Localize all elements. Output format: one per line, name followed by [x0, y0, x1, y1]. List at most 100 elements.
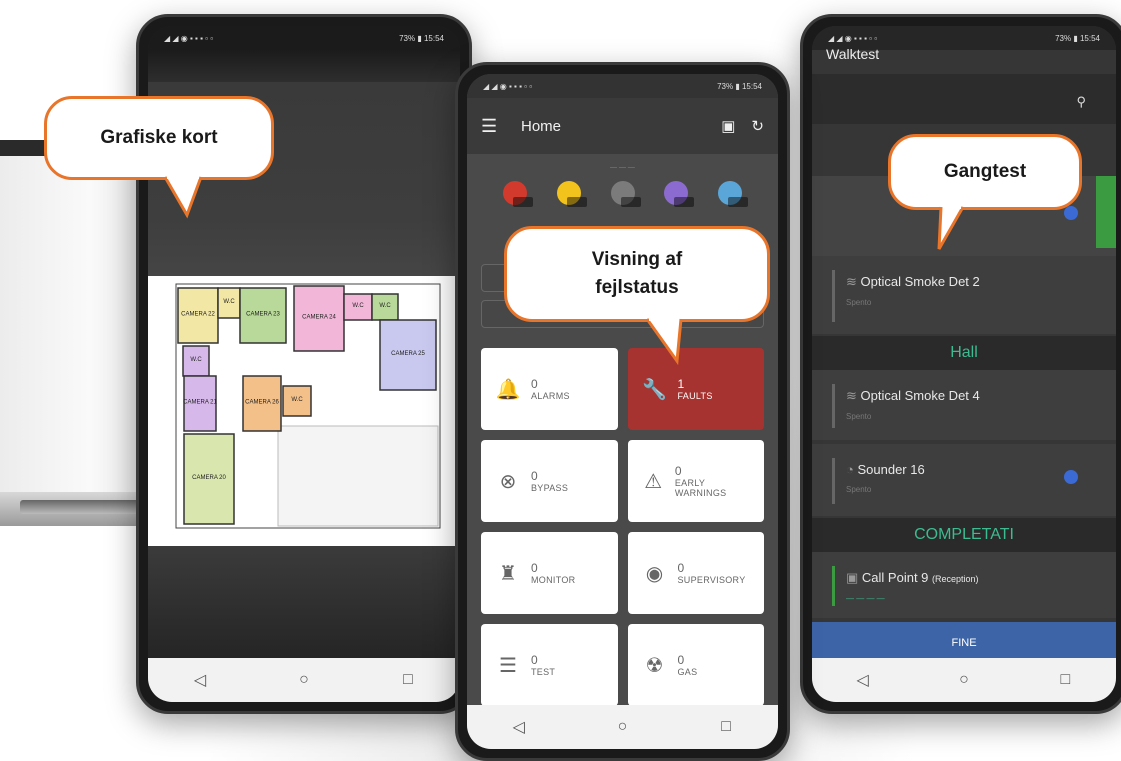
status-tile[interactable]: ⊗ 0 BYPASS	[481, 440, 618, 522]
tile-text: 0 BYPASS	[531, 469, 568, 493]
smoke-detector-icon: ≋	[846, 274, 857, 289]
summary-dot-badge	[674, 197, 695, 207]
device-row[interactable]: ≋ Optical Smoke Det 2 Spento	[812, 256, 1116, 334]
tile-count: 0	[531, 377, 538, 391]
callout-right: Gangtest	[888, 134, 1082, 250]
floorplan-map[interactable]: CAMERA 22 W.C CAMERA 23 CAMERA 24 W.C W.C CAME…	[148, 276, 460, 546]
status-right: 73% ▮ 15:54	[399, 33, 444, 43]
summary-dot-icon[interactable]	[610, 181, 641, 207]
hamburger-menu-icon[interactable]: ☰	[481, 116, 521, 137]
row-indicator	[832, 566, 835, 606]
row-indicator	[832, 458, 835, 504]
tile-text: 0 EARLY WARNINGS	[675, 464, 752, 498]
device-status: Spento	[846, 298, 872, 307]
sounder-icon: ◔	[846, 462, 854, 477]
summary-dots	[481, 171, 764, 207]
back-nav-icon[interactable]: ◁	[185, 670, 215, 690]
status-bar: ◢ ◢ ◉ ▪ ▪ ▪ ▫ ▫ 73% ▮ 15:54	[148, 26, 460, 50]
home-nav-icon[interactable]: ○	[949, 671, 979, 689]
tile-label: ALARMS	[531, 391, 570, 401]
tile-label: MONITOR	[531, 575, 576, 585]
device-timestamp: — — — —	[846, 594, 885, 603]
back-nav-icon[interactable]: ◁	[504, 717, 534, 737]
device-row[interactable]: ◔ Sounder 16 Spento	[812, 444, 1116, 516]
callout-center-tail	[645, 315, 683, 366]
location-pin-icon[interactable]: ⚲	[1076, 94, 1086, 110]
callout-left-tail	[163, 173, 203, 219]
home-nav-icon[interactable]: ○	[607, 718, 637, 736]
floorplan-room-label: CAMERA 22	[181, 312, 215, 318]
laptop-screen-edge	[0, 140, 150, 520]
laptop-hinge	[20, 500, 140, 514]
tile-label: GAS	[677, 667, 698, 677]
recents-nav-icon[interactable]: □	[1050, 671, 1080, 689]
status-tile[interactable]: ◉ 0 SUPERVISORY	[627, 532, 764, 614]
floorplan-room-label: W.C	[352, 303, 364, 309]
back-nav-icon[interactable]: ◁	[848, 670, 878, 690]
tile-text: 1 FAULTS	[678, 377, 713, 401]
callout-right-text: Gangtest	[943, 161, 1027, 182]
recents-nav-icon[interactable]: □	[393, 671, 423, 689]
floorplan-room-label: W.C	[291, 397, 303, 403]
page-title: Home	[521, 117, 562, 135]
tile-text: 0 GAS	[678, 653, 698, 677]
summary-dot-icon[interactable]	[503, 181, 533, 207]
floorplan-room-label: CAMERA 26	[245, 400, 279, 406]
device-location: (Reception)	[932, 574, 979, 584]
device-name: Optical Smoke Det 4	[860, 388, 980, 403]
tile-count: 0	[677, 653, 685, 667]
tile-count: 0	[674, 464, 682, 478]
callout-right-tail	[937, 203, 965, 250]
test-icon: ☰	[499, 654, 517, 677]
floorplan-room-label: CAMERA 24	[302, 315, 336, 321]
floorplan-room-label: W.C	[223, 299, 235, 305]
walktest-screen: ◢ ◢ ◉ ▪ ▪ ▪ ▫ ▫ 73% ▮ 15:54 Walktest ⚲ ≋…	[812, 26, 1116, 702]
bell-icon: 🔔	[495, 378, 521, 401]
tile-label: SUPERVISORY	[677, 575, 746, 585]
app-bar: ☰ Home ▣ ↻	[467, 98, 778, 154]
row-indicator	[832, 384, 835, 428]
floorplan-room-label: W.C	[379, 303, 391, 309]
supervisory-icon: ◉	[645, 562, 664, 585]
status-tiles-grid: 🔔 0 ALARMS 🔧 1 FAULTS ⊗ 0 BYPASS ⚠ 0 EARLY WARNINGS…	[481, 348, 764, 706]
tile-count: 0	[531, 653, 538, 667]
status-tile[interactable]: ♜ 0 MONITOR	[481, 532, 618, 614]
home-nav-icon[interactable]: ○	[289, 671, 319, 689]
phone-walktest: ◢ ◢ ◉ ▪ ▪ ▪ ▫ ▫ 73% ▮ 15:54 Walktest ⚲ ≋…	[800, 14, 1121, 714]
device-row[interactable]: ≋ Optical Smoke Det 4 Spento	[812, 370, 1116, 440]
walktest-toolbar: ⚲	[812, 74, 1116, 124]
recents-nav-icon[interactable]: □	[711, 718, 741, 736]
device-status: Spento	[846, 412, 872, 421]
device-status: Spento	[846, 485, 872, 494]
tile-count: 1	[677, 377, 685, 391]
status-tile[interactable]: ☰ 0 TEST	[481, 624, 618, 706]
summary-dot-icon[interactable]	[556, 181, 587, 207]
device-row-completed[interactable]: ▣ Call Point 9 (Reception) — — — —	[812, 552, 1116, 618]
section-header-hall: Hall	[812, 336, 1116, 370]
folder-icon[interactable]: ▣	[721, 117, 735, 135]
summary-dot-badge	[566, 197, 587, 207]
phone-home: ◢ ◢ ◉ ▪ ▪ ▪ ▫ ▫ 73% ▮ 15:54 ☰ Home ▣ ↻ —…	[455, 62, 790, 761]
tile-text: 0 ALARMS	[531, 377, 570, 401]
summary-dot-icon[interactable]	[664, 181, 695, 207]
gas-icon: ☢	[645, 654, 664, 677]
device-name: Sounder 16	[857, 462, 925, 477]
signal-icons: ◢ ◢ ◉ ▪ ▪ ▪ ▫ ▫	[164, 33, 214, 43]
signal-icons: ◢ ◢ ◉ ▪ ▪ ▪ ▫ ▫	[483, 81, 533, 91]
callout-left-text: Grafiske kort	[100, 127, 218, 148]
status-tile[interactable]: 🔔 0 ALARMS	[481, 348, 618, 430]
refresh-icon[interactable]: ↻	[751, 117, 764, 135]
status-tile[interactable]: ☢ 0 GAS	[627, 624, 764, 706]
summary-label: — — —	[610, 164, 635, 171]
wrench-icon: 🔧	[642, 378, 667, 401]
status-tile[interactable]: ⚠ 0 EARLY WARNINGS	[627, 440, 764, 522]
status-bar: ◢ ◢ ◉ ▪ ▪ ▪ ▫ ▫ 73% ▮ 15:54	[467, 74, 778, 98]
summary-dot-badge	[728, 197, 748, 207]
summary-dot-icon[interactable]	[718, 181, 748, 207]
call-point-icon: ▣	[846, 570, 859, 585]
floorplan-room-label: CAMERA 25	[391, 351, 425, 357]
android-nav-bar: ◁ ○ □	[467, 705, 778, 749]
map-bottom-area	[148, 546, 460, 658]
floorplan-drawing: CAMERA 22 W.C CAMERA 23 CAMERA 24 W.C W.C CAME…	[175, 283, 441, 529]
page-title: Walktest	[826, 46, 880, 62]
